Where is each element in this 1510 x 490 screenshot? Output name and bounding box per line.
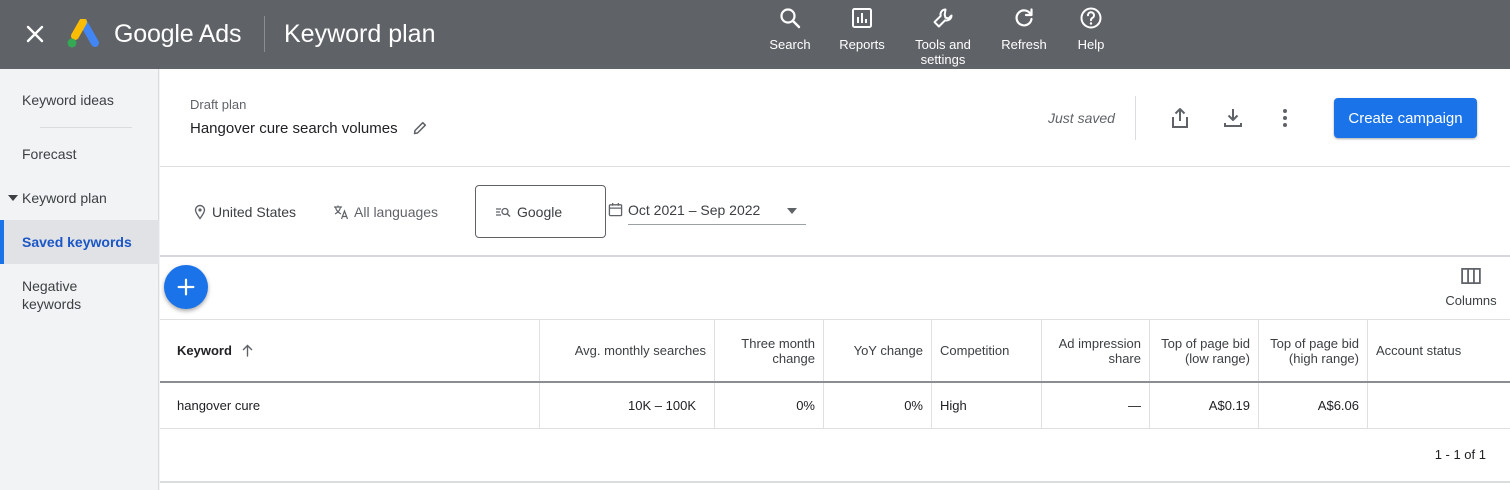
- keyword-cell: hangover cure: [177, 398, 261, 413]
- avg-monthly-cell: 10K – 100K: [539, 383, 714, 428]
- dropdown-arrow-icon: [787, 208, 797, 214]
- tools-settings-button[interactable]: Tools and settings: [909, 6, 977, 67]
- bid-low-cell: A$0.19: [1149, 383, 1258, 428]
- sidebar: Keyword ideas Forecast Keyword plan Save…: [0, 69, 159, 490]
- column-header-competition[interactable]: Competition: [931, 320, 1041, 381]
- column-header-keyword[interactable]: Keyword: [160, 320, 539, 381]
- column-header-account-status[interactable]: Account status: [1367, 320, 1510, 381]
- bid-high-cell: A$6.06: [1258, 383, 1367, 428]
- tools-settings-label: Tools and settings: [915, 37, 971, 67]
- refresh-icon: [1015, 8, 1033, 27]
- share-icon[interactable]: [1168, 106, 1192, 130]
- add-keyword-button[interactable]: [164, 265, 208, 309]
- download-icon[interactable]: [1221, 106, 1245, 130]
- date-range-label: Oct 2021 – Sep 2022: [628, 202, 761, 218]
- three-month-cell: 0%: [714, 383, 823, 428]
- pagination-status: 1 - 1 of 1: [1434, 447, 1486, 462]
- reports-label: Reports: [839, 37, 885, 52]
- create-campaign-button[interactable]: Create campaign: [1334, 98, 1477, 138]
- caret-down-icon: [8, 195, 18, 202]
- location-filter-label: United States: [212, 204, 297, 220]
- column-header-avg-monthly[interactable]: Avg. monthly searches: [539, 320, 714, 381]
- column-header-ad-impression[interactable]: Ad impression share: [1041, 320, 1149, 381]
- header-keyword-label: Keyword: [177, 343, 232, 358]
- search-network-icon: [496, 207, 511, 217]
- sidebar-item-label: Forecast: [22, 146, 77, 162]
- yoy-cell: 0%: [823, 383, 931, 428]
- column-header-bid-high[interactable]: Top of page bid (high range): [1258, 320, 1367, 381]
- more-options-icon[interactable]: [1273, 106, 1297, 130]
- columns-button[interactable]: Columns: [1436, 268, 1506, 308]
- plan-name: Hangover cure search volumes: [190, 120, 398, 137]
- header-ad-impression-label: Ad impression share: [1058, 335, 1141, 366]
- sidebar-item-label: Keyword plan: [22, 190, 107, 206]
- main-panel: Draft plan Hangover cure search volumes …: [160, 69, 1510, 490]
- plan-status-label: Draft plan: [190, 97, 247, 112]
- table-row[interactable]: hangover cure 10K – 100K 0% 0% High — A$…: [160, 383, 1510, 429]
- help-icon: [1080, 7, 1102, 29]
- translate-icon: [334, 205, 349, 220]
- sidebar-item-negative-keywords[interactable]: Negative keywords: [0, 277, 110, 313]
- columns-label: Columns: [1445, 293, 1497, 308]
- sidebar-item-keyword-plan[interactable]: Keyword plan: [0, 190, 159, 206]
- search-label: Search: [769, 37, 811, 52]
- columns-icon: [1461, 268, 1481, 284]
- plus-icon: [177, 278, 195, 296]
- date-range-select[interactable]: Oct 2021 – Sep 2022: [628, 195, 806, 225]
- pencil-icon[interactable]: [412, 120, 428, 136]
- header-yoy-label: YoY change: [853, 343, 923, 358]
- calendar-icon: [608, 202, 623, 217]
- account-status-cell: [1367, 383, 1510, 428]
- reports-button[interactable]: Reports: [835, 6, 889, 52]
- location-pin-icon: [194, 204, 206, 220]
- page-title: Keyword plan: [284, 20, 436, 48]
- title-divider: [264, 16, 265, 52]
- close-icon[interactable]: [24, 23, 46, 45]
- header-bid-low-label: Top of page bid (low range): [1161, 335, 1250, 366]
- sidebar-item-keyword-ideas[interactable]: Keyword ideas: [0, 92, 159, 108]
- header-separator: [160, 166, 1510, 167]
- column-header-three-month[interactable]: Three month change: [714, 320, 823, 381]
- header-divider: [1135, 96, 1136, 140]
- location-filter[interactable]: United States: [192, 204, 296, 220]
- sidebar-item-label: Saved keywords: [22, 234, 132, 250]
- saved-status: Just saved: [1048, 110, 1115, 126]
- reports-icon: [852, 8, 872, 28]
- language-filter-label: All languages: [354, 204, 439, 220]
- table-header: Keyword Avg. monthly searches Three mont…: [160, 319, 1510, 383]
- sidebar-item-saved-keywords[interactable]: Saved keywords: [0, 220, 159, 264]
- ad-impression-cell: —: [1041, 383, 1149, 428]
- google-ads-logo-icon: [67, 19, 99, 48]
- filter-separator: [160, 255, 1510, 257]
- wrench-icon: [933, 8, 953, 28]
- competition-cell: High: [931, 383, 1041, 428]
- sidebar-divider: [40, 127, 132, 128]
- header-competition-label: Competition: [940, 343, 1010, 358]
- app-brand: Google Ads: [114, 20, 242, 48]
- language-filter[interactable]: All languages: [332, 204, 438, 220]
- header-bid-high-label: Top of page bid (high range): [1270, 335, 1359, 366]
- search-network-content: Google: [495, 204, 562, 220]
- header-account-status-label: Account status: [1376, 343, 1462, 358]
- search-network-filter[interactable]: Google: [475, 185, 606, 238]
- header-three-month-label: Three month change: [741, 335, 815, 366]
- help-label: Help: [1077, 37, 1105, 52]
- sidebar-item-forecast[interactable]: Forecast: [0, 146, 159, 162]
- table-footer-line: [160, 481, 1510, 483]
- top-bar: Google Ads Keyword plan Search Reports T…: [0, 0, 1510, 69]
- column-header-bid-low[interactable]: Top of page bid (low range): [1149, 320, 1258, 381]
- sort-ascending-icon: [242, 344, 253, 357]
- search-network-label: Google: [517, 204, 563, 220]
- refresh-label: Refresh: [1001, 37, 1047, 52]
- help-button[interactable]: Help: [1071, 6, 1111, 52]
- column-header-yoy[interactable]: YoY change: [823, 320, 931, 381]
- sidebar-item-label: Negative keywords: [22, 278, 82, 312]
- search-button[interactable]: Search: [766, 6, 814, 52]
- sidebar-item-label: Keyword ideas: [22, 92, 114, 108]
- header-avg-monthly-label: Avg. monthly searches: [574, 343, 706, 358]
- search-icon: [780, 8, 801, 29]
- refresh-button[interactable]: Refresh: [997, 6, 1051, 52]
